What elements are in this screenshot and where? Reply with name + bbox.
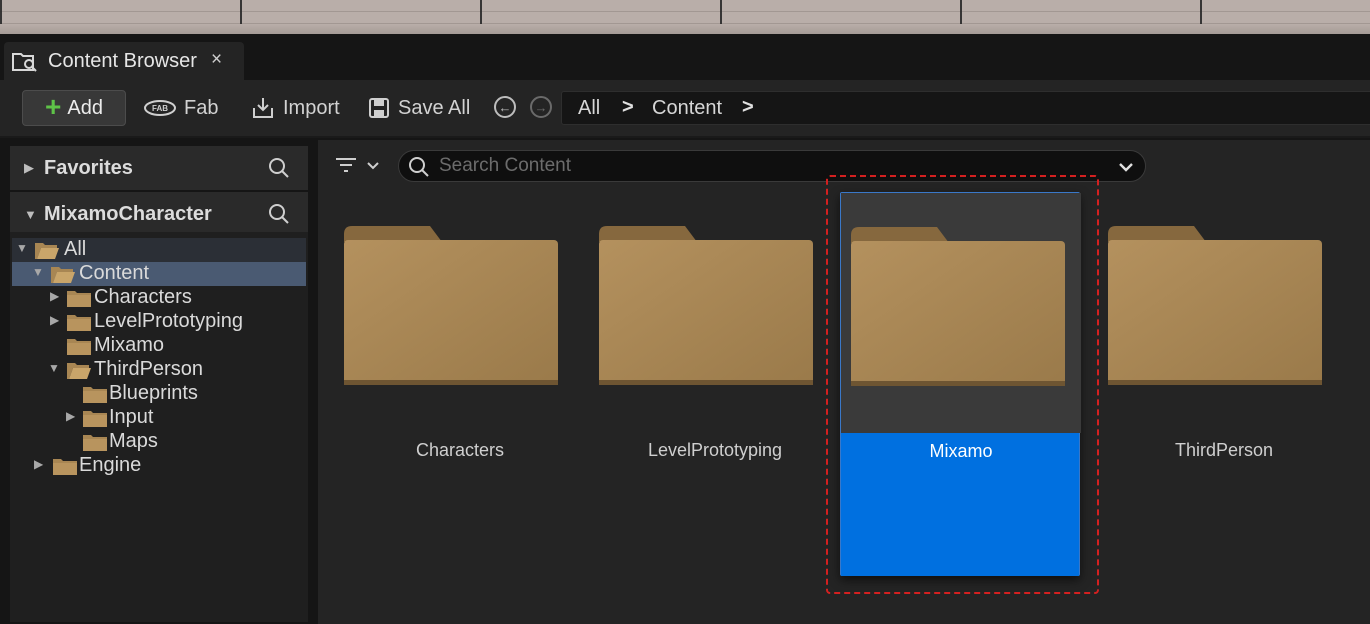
breadcrumb-item-content[interactable]: Content — [652, 97, 722, 120]
import-icon — [253, 98, 273, 118]
tree-item-input[interactable]: ▶ Input — [12, 406, 306, 430]
add-button[interactable]: + Add — [22, 90, 126, 126]
tree-item-label: Engine — [79, 454, 142, 476]
asset-thumbnail — [841, 193, 1081, 433]
chevron-down-icon: ▼ — [48, 361, 60, 375]
asset-name: Characters — [415, 440, 505, 460]
folder-icon — [1108, 226, 1322, 385]
tree-item-label: Mixamo — [94, 334, 165, 356]
tab-title: Content Browser — [48, 50, 197, 72]
folder-open-icon — [35, 243, 59, 259]
search-icon — [409, 157, 429, 177]
tree-item-label: LevelPrototyping — [94, 310, 243, 332]
folder-icon — [67, 315, 91, 331]
folder-icon — [67, 339, 91, 355]
breadcrumb-separator[interactable]: > — [622, 96, 634, 119]
favorites-label: Favorites — [44, 156, 133, 179]
tree-item-label: Input — [109, 406, 154, 428]
breadcrumb: All > Content > — [561, 91, 1370, 125]
tree-item-label: Characters — [94, 286, 192, 308]
tree-item-mixamo[interactable]: Mixamo — [12, 334, 306, 358]
fab-button[interactable]: FAB Fab — [144, 90, 218, 126]
folder-icon — [83, 435, 107, 451]
tree-item-label: Blueprints — [109, 382, 198, 404]
tree-item-blueprints[interactable]: Blueprints — [12, 382, 306, 406]
level-viewport[interactable] — [0, 0, 1370, 34]
folder-open-icon — [51, 267, 75, 283]
asset-name: Mixamo — [929, 441, 993, 461]
folder-tree: ▼ All ▼ Content ▶ Characters ▶ LevelProt… — [10, 232, 308, 622]
tab-content-browser[interactable]: Content Browser × — [4, 42, 244, 80]
folder-icon — [67, 291, 91, 307]
save-all-button[interactable]: Save All — [368, 90, 470, 126]
tree-item-levelprototyping[interactable]: ▶ LevelPrototyping — [12, 310, 306, 334]
chevron-right-icon: ▶ — [24, 160, 34, 175]
chevron-down-icon: ▼ — [32, 265, 44, 279]
asset-thumbnail — [340, 192, 580, 432]
tree-item-characters[interactable]: ▶ Characters — [12, 286, 306, 310]
sources-panel: ▶ Favorites ▼ MixamoCharacter ▼ All ▼ Co… — [0, 140, 318, 624]
project-label: MixamoCharacter — [44, 202, 212, 225]
save-icon — [369, 98, 389, 118]
folder-open-icon — [67, 363, 91, 379]
tree-item-thirdperson[interactable]: ▼ ThirdPerson — [12, 358, 306, 382]
arrow-left-circle-icon[interactable]: ← — [494, 96, 516, 118]
chevron-right-icon: ▶ — [50, 313, 60, 327]
asset-tile[interactable]: LevelPrototyping — [595, 192, 835, 576]
import-button[interactable]: Import — [251, 90, 340, 126]
breadcrumb-separator[interactable]: > — [742, 96, 754, 119]
asset-thumbnail — [1104, 192, 1344, 432]
fab-icon: FAB — [144, 100, 176, 116]
tree-item-maps[interactable]: Maps — [12, 430, 306, 454]
folder-icon — [851, 227, 1065, 386]
import-label: Import — [283, 96, 340, 119]
filter-icon[interactable] — [334, 154, 384, 178]
search-icon[interactable] — [268, 157, 290, 179]
chevron-down-icon: ▼ — [16, 241, 28, 255]
add-label: Add — [67, 96, 103, 119]
asset-thumbnail — [595, 192, 835, 432]
chevron-right-icon: ▶ — [66, 409, 76, 423]
asset-name: ThirdPerson — [1174, 440, 1274, 460]
folder-icon — [599, 226, 813, 385]
arrow-right-circle-icon[interactable]: → — [530, 96, 552, 118]
asset-view: Characters LevelPrototyping Mixamo — [318, 140, 1370, 624]
search-bar — [398, 150, 1146, 182]
search-input[interactable] — [439, 153, 1099, 179]
chevron-down-icon: ▼ — [24, 206, 37, 222]
asset-name: LevelPrototyping — [647, 440, 783, 460]
chevron-right-icon: ▶ — [34, 457, 44, 471]
folder-icon — [83, 411, 107, 427]
tree-item-all[interactable]: ▼ All — [12, 238, 306, 262]
chevron-right-icon: ▶ — [50, 289, 60, 303]
save-all-label: Save All — [398, 96, 471, 119]
tree-item-content[interactable]: ▼ Content — [12, 262, 306, 286]
tree-item-engine[interactable]: ▶ Engine — [12, 454, 306, 478]
tree-item-label: All — [64, 238, 87, 260]
fab-label: Fab — [184, 96, 219, 119]
tab-bar: Content Browser × — [0, 34, 1370, 80]
tree-item-label: Maps — [109, 430, 158, 452]
folder-icon — [83, 387, 107, 403]
folder-icon — [344, 226, 558, 385]
chevron-down-icon[interactable] — [1117, 158, 1135, 176]
folder-icon — [53, 459, 77, 475]
tree-item-label: ThirdPerson — [94, 358, 203, 380]
close-icon[interactable]: × — [211, 49, 222, 71]
breadcrumb-item-all[interactable]: All — [578, 97, 600, 120]
plus-icon: + — [45, 90, 62, 122]
content-browser-icon — [12, 53, 37, 72]
favorites-header[interactable]: ▶ Favorites — [10, 146, 308, 190]
project-header[interactable]: ▼ MixamoCharacter — [10, 192, 308, 236]
asset-tile[interactable]: ThirdPerson — [1104, 192, 1344, 576]
svg-text:FAB: FAB — [152, 104, 168, 113]
asset-tile-selected[interactable]: Mixamo — [840, 192, 1081, 576]
tree-item-label: Content — [79, 262, 150, 284]
asset-tile[interactable]: Characters — [340, 192, 580, 576]
search-icon[interactable] — [268, 203, 290, 225]
